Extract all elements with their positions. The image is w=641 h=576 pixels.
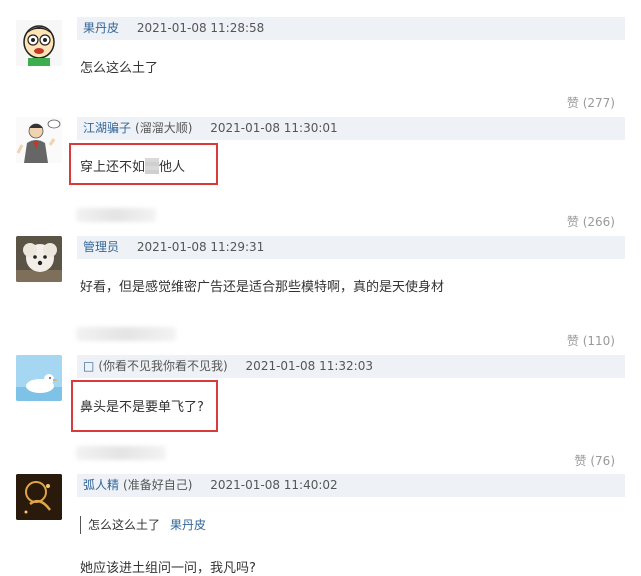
avatar[interactable]	[16, 236, 62, 282]
comment-header: 江湖骗子 (溜溜大顺) 2021-01-08 11:30:01	[77, 117, 625, 140]
blurred-region	[76, 327, 176, 341]
comment-header: 果丹皮 2021-01-08 11:28:58	[77, 17, 625, 40]
comment-timestamp: 2021-01-08 11:32:03	[245, 359, 373, 373]
comment-author-link[interactable]: 江湖骗子	[83, 121, 131, 135]
comment-author-link[interactable]: 弧人精	[83, 478, 119, 492]
avatar[interactable]	[16, 355, 62, 401]
comment-author-nickname: (准备好自己)	[123, 478, 193, 492]
blurred-region	[76, 446, 166, 460]
like-button[interactable]: 赞 (277)	[567, 94, 615, 111]
comment-timestamp: 2021-01-08 11:28:58	[136, 21, 265, 35]
man-in-suit-avatar-icon	[16, 117, 62, 163]
avatar[interactable]	[16, 474, 62, 520]
comment-header: □ (你看不见我你看不见我) 2021-01-08 11:32:03	[77, 355, 625, 378]
comment-text: 怎么这么土了	[80, 61, 159, 76]
quoted-comment: 怎么这么土了 果丹皮	[80, 516, 206, 534]
blurred-region	[76, 208, 156, 222]
comment-author-link[interactable]: 管理员	[83, 240, 119, 254]
avatar[interactable]	[16, 20, 62, 66]
like-button[interactable]: 赞 (76)	[575, 452, 615, 469]
comment-text-part: 穿上还不如	[80, 160, 146, 175]
comment-author-link[interactable]: □	[83, 359, 94, 373]
comment-text: 穿上还不如 他人	[80, 156, 185, 175]
comment-text-part: 他人	[159, 160, 186, 175]
white-dog-avatar-icon	[16, 236, 62, 282]
comment-text: 她应该进土组问一问，我凡吗?	[80, 561, 256, 576]
comment-header: 弧人精 (准备好自己) 2021-01-08 11:40:02	[77, 474, 625, 497]
censored-mosaic	[145, 158, 160, 174]
golden-figure-avatar-icon	[16, 474, 62, 520]
comment-author-link[interactable]: 果丹皮	[83, 21, 119, 35]
comment-author-nickname: (溜溜大顺)	[135, 121, 193, 135]
comment-header: 管理员 2021-01-08 11:29:31	[77, 236, 625, 259]
comment-text: 鼻头是不是要单飞了?	[80, 400, 204, 415]
comment-timestamp: 2021-01-08 11:30:01	[210, 121, 338, 135]
duck-avatar-icon	[16, 355, 62, 401]
comment-timestamp: 2021-01-08 11:40:02	[210, 478, 338, 492]
comment-text: 好看，但是感觉维密广告还是适合那些模特啊，真的是天使身材	[80, 280, 445, 295]
avatar[interactable]	[16, 117, 62, 163]
quoted-author-link[interactable]: 果丹皮	[170, 518, 206, 532]
cartoon-boy-avatar-icon	[16, 20, 62, 66]
like-button[interactable]: 赞 (266)	[567, 213, 615, 230]
quoted-text: 怎么这么土了	[88, 518, 161, 532]
like-button[interactable]: 赞 (110)	[567, 332, 615, 349]
comment-author-nickname: (你看不见我你看不见我)	[98, 359, 228, 373]
comment-timestamp: 2021-01-08 11:29:31	[136, 240, 265, 254]
